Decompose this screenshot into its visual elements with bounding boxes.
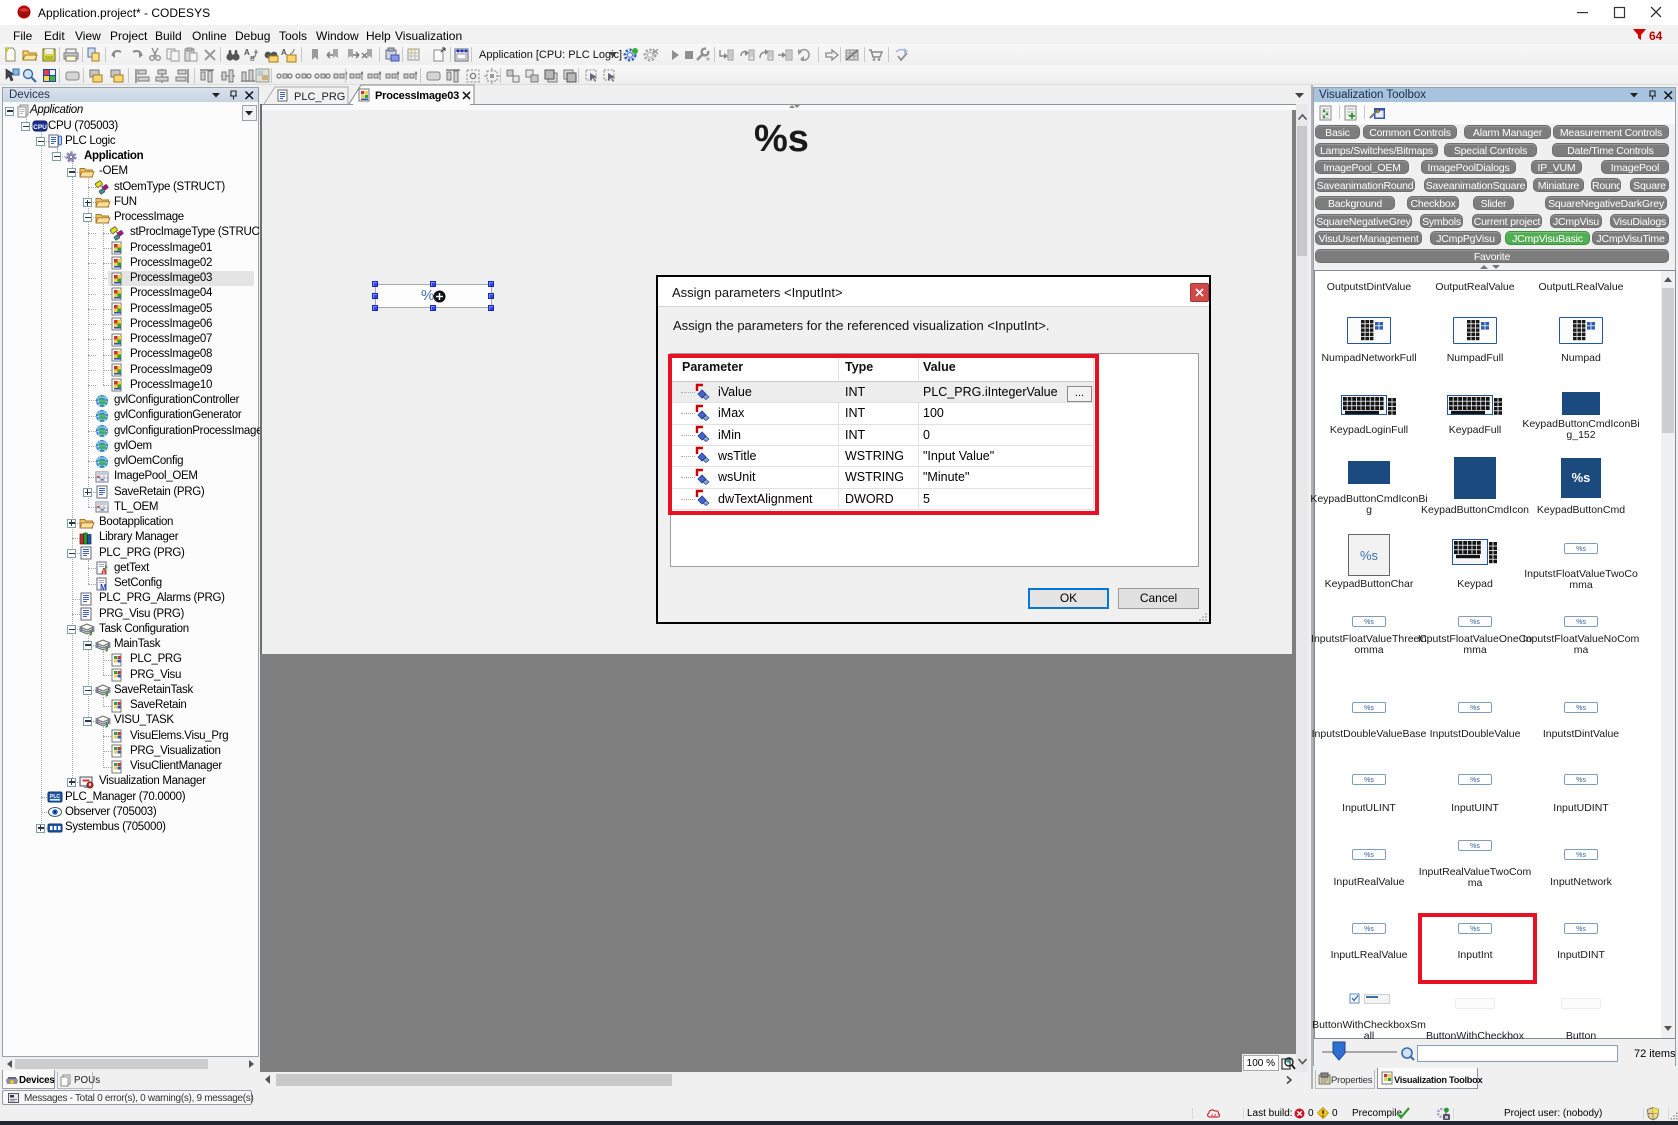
svg-text:B: B xyxy=(250,56,255,63)
svg-text:M: M xyxy=(100,583,107,592)
svg-text:CPU: CPU xyxy=(33,124,47,131)
svg-text:A: A xyxy=(101,567,107,576)
svg-text:A: A xyxy=(281,48,287,57)
